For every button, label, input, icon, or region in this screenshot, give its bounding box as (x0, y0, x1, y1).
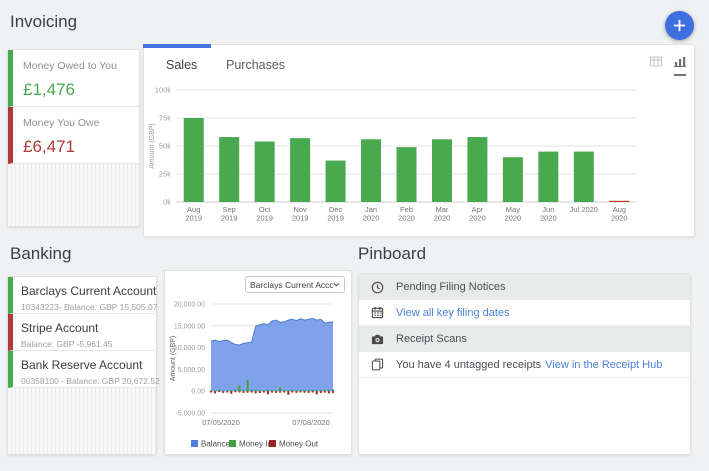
table-view-icon[interactable] (650, 54, 662, 72)
svg-text:0.00: 0.00 (191, 389, 205, 396)
svg-text:2020: 2020 (398, 214, 415, 223)
pinboard-section-title: Pinboard (358, 244, 426, 264)
active-tab-indicator (143, 44, 211, 48)
svg-text:2019: 2019 (221, 214, 238, 223)
svg-text:2019: 2019 (256, 214, 273, 223)
money-you-owe-label: Money You Owe (23, 117, 129, 129)
banking-area-chart: 20,000.00 15,000.00 10,000.00 5,000.00 0.00 -… (165, 297, 353, 456)
account-detail: Balance: GBP -5,961.45 (21, 339, 148, 349)
calendar-icon (371, 306, 384, 319)
accounts-filler-texture (8, 388, 156, 454)
pinboard-row-untagged-receipts: You have 4 untagged receipts View in the… (359, 352, 690, 378)
money-owed-card[interactable]: Money Owed to You £1,476 (8, 50, 139, 107)
svg-text:Amount (GBP): Amount (GBP) (170, 336, 177, 382)
invoicing-chart-card: Sales Purchases 0k25k50k75k100kAug2019Se… (143, 44, 695, 237)
svg-text:2020: 2020 (469, 214, 486, 223)
svg-text:2020: 2020 (363, 214, 380, 223)
svg-text:Money In: Money In (239, 440, 272, 449)
svg-text:Amount (GBP): Amount (GBP) (149, 123, 156, 169)
account-name: Stripe Account (21, 321, 148, 335)
money-owed-label: Money Owed to You (23, 60, 129, 72)
filing-dates-link[interactable]: View all key filing dates (396, 307, 510, 319)
svg-text:07/05/2020: 07/05/2020 (202, 418, 240, 427)
money-you-owe-value: £6,471 (23, 137, 129, 157)
account-name: Bank Reserve Account (21, 358, 148, 372)
banking-section-title: Banking (10, 244, 71, 264)
summary-filler-texture (8, 164, 139, 226)
banking-chart-card: Barclays Current Account 20,000.00 15,000… (164, 270, 352, 455)
account-card-reserve[interactable]: Bank Reserve Account 00358100 - Balance:… (8, 351, 156, 388)
invoicing-section-title: Invoicing (10, 12, 77, 32)
svg-text:75k: 75k (159, 114, 171, 123)
account-detail: 00358100 - Balance: GBP 20,672.52 (21, 376, 148, 386)
svg-text:Balance: Balance (201, 440, 230, 449)
money-you-owe-card[interactable]: Money You Owe £6,471 (8, 107, 139, 164)
account-card-barclays[interactable]: Barclays Current Account 10343223- Balan… (8, 277, 156, 314)
svg-text:2020: 2020 (540, 214, 557, 223)
svg-text:15,000.00: 15,000.00 (174, 323, 205, 330)
pending-filing-label: Pending Filing Notices (396, 281, 505, 293)
svg-text:2020: 2020 (505, 214, 522, 223)
svg-text:2019: 2019 (327, 214, 344, 223)
chart-view-icon[interactable] (674, 54, 686, 76)
invoicing-summary-panel: Money Owed to You £1,476 Money You Owe £… (7, 49, 140, 227)
untagged-receipts-text: You have 4 untagged receipts (396, 359, 541, 371)
receipt-scans-label: Receipt Scans (396, 333, 467, 345)
add-button[interactable] (665, 11, 694, 40)
svg-text:07/08/2020: 07/08/2020 (292, 418, 330, 427)
svg-text:5,000.00: 5,000.00 (178, 367, 205, 374)
svg-text:25k: 25k (159, 170, 171, 179)
account-card-stripe[interactable]: Stripe Account Balance: GBP -5,961.45 (8, 314, 156, 351)
svg-text:2020: 2020 (434, 214, 451, 223)
chevron-down-icon (333, 282, 340, 287)
svg-text:Jul 2020: Jul 2020 (570, 205, 598, 214)
account-detail: 10343223- Balance: GBP 15,505.07 (21, 302, 148, 312)
pinboard-row-pending-filing: Pending Filing Notices (359, 274, 690, 300)
receipts-icon (371, 358, 384, 371)
pinboard-card: Pending Filing Notices View all key fili… (358, 273, 691, 455)
account-name: Barclays Current Account (21, 284, 148, 298)
chart-view-toggle (650, 54, 686, 76)
svg-text:100k: 100k (155, 86, 172, 95)
svg-text:2019: 2019 (292, 214, 309, 223)
svg-text:-5,000.00: -5,000.00 (175, 411, 205, 418)
svg-text:10,000.00: 10,000.00 (174, 345, 205, 352)
camera-icon (371, 333, 384, 346)
svg-text:2020: 2020 (611, 214, 628, 223)
pinboard-row-receipt-scans: Receipt Scans (359, 326, 690, 352)
svg-text:2019: 2019 (185, 214, 202, 223)
tab-sales[interactable]: Sales (166, 58, 197, 72)
clock-icon (371, 281, 384, 294)
receipt-hub-link[interactable]: View in the Receipt Hub (545, 359, 662, 371)
svg-text:50k: 50k (159, 142, 171, 151)
account-selector[interactable]: Barclays Current Account (245, 276, 345, 293)
pinboard-row-filing-dates: View all key filing dates (359, 300, 690, 326)
tab-purchases[interactable]: Purchases (226, 58, 285, 72)
svg-text:0k: 0k (163, 198, 171, 207)
bank-accounts-panel: Barclays Current Account 10343223- Balan… (7, 276, 157, 455)
sales-bar-chart: 0k25k50k75k100kAug2019Sep2019Oct2019Nov2… (144, 81, 696, 238)
svg-text:Money Out: Money Out (279, 440, 319, 449)
plus-icon (673, 19, 686, 32)
account-selector-value: Barclays Current Account (250, 280, 333, 290)
svg-text:20,000.00: 20,000.00 (174, 302, 205, 309)
money-owed-value: £1,476 (23, 80, 129, 100)
